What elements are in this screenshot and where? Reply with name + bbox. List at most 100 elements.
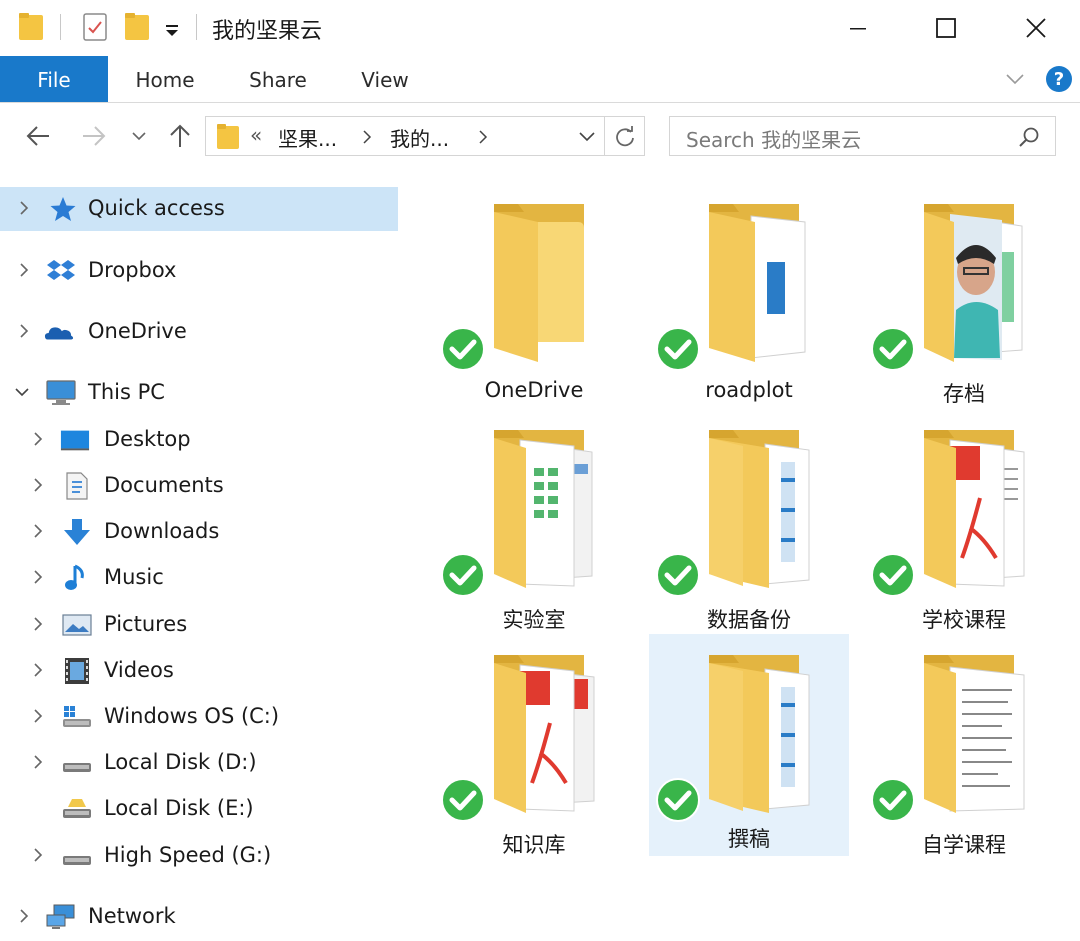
star-icon [50, 197, 76, 221]
nav-item-videos[interactable]: Videos [0, 649, 400, 693]
search-icon[interactable] [1018, 126, 1040, 148]
chevron-right-icon[interactable] [30, 475, 46, 495]
folder-name: 学校课程 [922, 608, 1006, 632]
search-box[interactable]: Search 我的坚果云 [669, 116, 1056, 156]
expand-ribbon-chevron-icon[interactable] [1004, 70, 1026, 88]
nav-label: Music [104, 565, 164, 589]
nav-item-onedrive[interactable]: OneDrive [0, 310, 400, 354]
help-icon[interactable]: ? [1046, 66, 1072, 92]
sync-check-icon [871, 327, 915, 371]
breadcrumb-item[interactable]: 坚果... [278, 123, 337, 152]
nav-item-dropbox[interactable]: Dropbox [0, 249, 400, 293]
nav-label: Dropbox [88, 258, 177, 282]
toolbar-divider [196, 14, 197, 40]
tab-share[interactable]: Share [238, 56, 318, 102]
chevron-right-icon[interactable] [16, 321, 32, 341]
maximize-button[interactable] [910, 0, 982, 56]
close-icon [1026, 18, 1046, 38]
toolbar-divider [60, 14, 61, 40]
desktop-icon [60, 430, 90, 451]
nav-label: Videos [104, 658, 174, 682]
nav-label: Documents [104, 473, 224, 497]
folder-item[interactable]: 实验室 [434, 418, 634, 640]
sync-check-icon [441, 553, 485, 597]
breadcrumb-overflow[interactable]: « [250, 123, 262, 147]
back-arrow-icon [26, 126, 49, 146]
tab-home[interactable]: Home [124, 56, 206, 102]
nav-item-downloads[interactable]: Downloads [0, 510, 400, 554]
chevron-right-icon[interactable] [16, 906, 32, 926]
chevron-right-icon[interactable] [16, 198, 32, 218]
network-icon [46, 904, 75, 929]
folder-item[interactable]: 数据备份 [649, 418, 849, 640]
nav-item-windows-drive[interactable]: Windows OS (C:) [0, 695, 400, 739]
chevron-right-icon[interactable] [30, 752, 46, 772]
nav-item-local-disk-d[interactable]: Local Disk (D:) [0, 741, 400, 785]
folder-icon[interactable] [18, 12, 44, 42]
folder-name: 撰稿 [728, 827, 770, 851]
customize-toolbar-icon[interactable] [162, 20, 182, 40]
back-button[interactable] [20, 114, 56, 158]
folder-item-selected[interactable]: 撰稿 [649, 634, 849, 856]
close-button[interactable] [1000, 0, 1072, 56]
recent-locations-button[interactable] [124, 114, 154, 158]
up-arrow-icon [170, 124, 190, 147]
search-input[interactable]: Search 我的坚果云 [686, 124, 861, 153]
tab-view[interactable]: View [350, 56, 420, 102]
folder-name: 自学课程 [922, 833, 1006, 857]
chevron-right-icon[interactable] [30, 660, 46, 680]
breadcrumb-separator-icon[interactable] [478, 130, 488, 144]
refresh-icon[interactable] [614, 126, 636, 148]
chevron-right-icon[interactable] [30, 845, 46, 865]
nav-label: Local Disk (D:) [104, 750, 257, 774]
up-button[interactable] [162, 114, 198, 158]
ribbon-tabs: File Home Share View ? [0, 56, 1080, 103]
folder-item[interactable]: 存档 [864, 192, 1064, 414]
nav-label: Quick access [88, 196, 225, 220]
chevron-right-icon[interactable] [30, 429, 46, 449]
nav-label: OneDrive [88, 319, 187, 343]
nav-item-this-pc[interactable]: This PC [0, 371, 400, 415]
folder-item[interactable]: 自学课程 [864, 643, 1064, 865]
address-divider [604, 117, 605, 155]
chevron-down-icon[interactable] [14, 382, 30, 402]
chevron-right-icon[interactable] [30, 567, 46, 587]
minimize-icon [850, 28, 866, 30]
nav-item-desktop[interactable]: Desktop [0, 418, 400, 462]
breadcrumb-item[interactable]: 我的... [390, 123, 449, 152]
nav-item-quick-access[interactable]: Quick access [0, 187, 398, 231]
minimize-button[interactable] [822, 0, 894, 56]
nav-item-local-disk-e[interactable]: Local Disk (E:) [0, 787, 400, 831]
nav-label: This PC [88, 380, 165, 404]
sync-check-icon [656, 778, 700, 822]
nav-item-high-speed-g[interactable]: High Speed (G:) [0, 834, 400, 878]
chevron-right-icon[interactable] [30, 614, 46, 634]
breadcrumb-separator-icon[interactable] [362, 130, 372, 144]
properties-icon[interactable] [82, 12, 108, 42]
nav-item-pictures[interactable]: Pictures [0, 603, 400, 647]
nav-item-network[interactable]: Network [0, 895, 400, 939]
cloud-icon [44, 327, 74, 340]
chevron-right-icon[interactable] [30, 706, 46, 726]
nav-label: Desktop [104, 427, 191, 451]
folder-item[interactable]: roadplot [649, 192, 849, 414]
tab-file[interactable]: File [0, 56, 108, 102]
forward-button[interactable] [76, 114, 112, 158]
address-bar[interactable]: « 坚果... 我的... [205, 116, 645, 156]
nav-label: Windows OS (C:) [104, 704, 280, 728]
chevron-right-icon[interactable] [16, 260, 32, 280]
sync-check-icon [871, 778, 915, 822]
nav-label: Downloads [104, 519, 220, 543]
computer-icon [46, 380, 76, 405]
nav-item-documents[interactable]: Documents [0, 464, 400, 508]
folder-item[interactable]: OneDrive [434, 192, 634, 414]
folder-item[interactable]: 学校课程 [864, 418, 1064, 640]
address-dropdown-chevron-icon[interactable] [578, 131, 596, 143]
nav-item-music[interactable]: Music [0, 556, 400, 600]
new-folder-icon[interactable] [124, 12, 150, 42]
chevron-right-icon[interactable] [30, 521, 46, 541]
folder-name: 数据备份 [707, 608, 791, 632]
sync-check-icon [656, 553, 700, 597]
chevron-down-icon [132, 132, 146, 141]
folder-item[interactable]: 知识库 [434, 643, 634, 865]
